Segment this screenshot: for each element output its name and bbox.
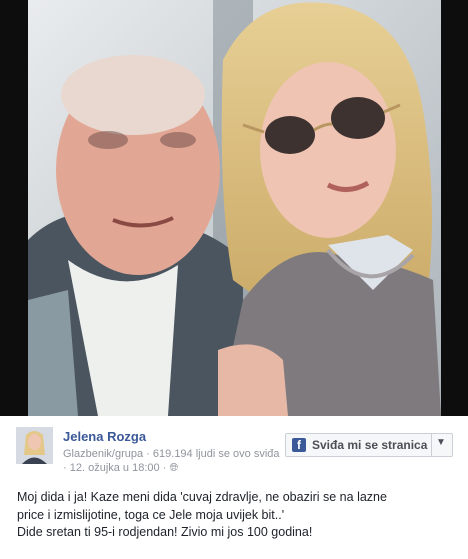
meta-separator: · <box>63 462 70 474</box>
button-divider <box>431 434 432 456</box>
page-category: Glazbenik/grupa <box>63 448 144 460</box>
post-meta: Glazbenik/grupa · 619.194 ljudi se ovo s… <box>63 447 281 475</box>
post-text-line: Dide sretan ti 95-i rodjendan! Zivio mi … <box>17 525 313 539</box>
post-text-line: price i izmislijotine, toga ce Jele moja… <box>17 507 285 522</box>
page-avatar[interactable] <box>16 427 53 464</box>
page-name-link[interactable]: Jelena Rozga <box>63 429 146 444</box>
post-photo-frame <box>0 0 468 416</box>
chevron-down-icon[interactable]: ▼ <box>436 437 446 448</box>
post-photo[interactable] <box>28 0 441 416</box>
like-page-label: Sviđa mi se stranica <box>312 438 428 452</box>
post-timestamp[interactable]: 12. ožujka u 18:00 <box>70 462 160 474</box>
meta-separator: · <box>146 448 153 460</box>
post-text: Moj dida i ja! Kaze meni dida 'cuvaj zdr… <box>17 489 457 542</box>
post-text-line: Moj dida i ja! Kaze meni dida 'cuvaj zdr… <box>17 490 387 504</box>
post-card: Jelena Rozga Glazbenik/grupa · 619.194 l… <box>0 416 468 559</box>
page-likes-count[interactable]: 619.194 ljudi se ovo sviđa <box>153 448 280 460</box>
like-page-button[interactable]: f Sviđa mi se stranica ▼ <box>285 433 453 457</box>
globe-icon: 🌐︎ <box>169 462 179 474</box>
facebook-icon: f <box>292 438 306 452</box>
